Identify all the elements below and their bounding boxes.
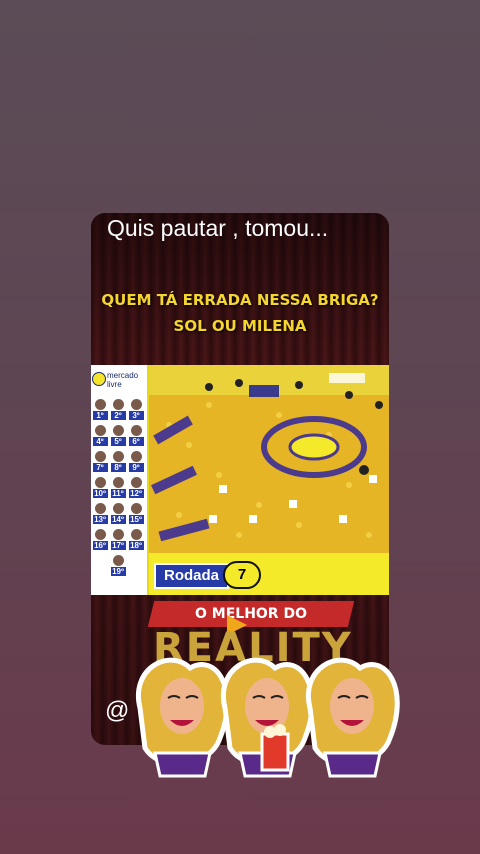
contestant-avatar [112, 477, 124, 488]
contestant-avatar [94, 451, 106, 462]
handshake-icon [92, 372, 106, 386]
ranking-position: 14º [110, 515, 126, 524]
ranking-cell: 11º [110, 477, 126, 498]
ranking-row: 16º 17º 18º [91, 529, 145, 550]
brand-tag: O MELHOR DO [195, 606, 307, 622]
ranking-cell: 6º [128, 425, 144, 446]
ranking-cell: 2º [110, 399, 126, 420]
headline-line-1: QUEM TÁ ERRADA NESSA BRIGA? [101, 291, 379, 309]
ranking-row: 1º 2º 3º [91, 399, 145, 420]
sponsor-line-2: livre [107, 380, 122, 389]
round-label: Rodada [154, 563, 230, 589]
contestant-avatar [94, 477, 106, 488]
contestant-avatar [112, 555, 124, 566]
ranking-position: 12º [128, 489, 144, 498]
ball-pit-scene [149, 365, 389, 553]
contestant-avatar [130, 451, 142, 462]
ranking-position: 7º [92, 463, 108, 472]
contestant-avatar [112, 399, 124, 410]
ranking-cell: 4º [92, 425, 108, 446]
ranking-cell: 18º [128, 529, 144, 550]
ranking-cell: 13º [92, 503, 108, 524]
contestant-avatar [130, 529, 142, 540]
contestant-avatar [112, 529, 124, 540]
ranking-position: 8º [110, 463, 126, 472]
contestant-avatar [94, 529, 106, 540]
ranking-row: 4º 5º 6º [91, 425, 145, 446]
ranking-cell: 12º [128, 477, 144, 498]
ranking-position: 19º [110, 567, 126, 576]
ranking-position: 9º [128, 463, 144, 472]
laughing-woman-stickers[interactable] [130, 648, 400, 778]
round-bar: Rodada 7 [149, 553, 389, 595]
contestant-avatar [130, 477, 142, 488]
ranking-cell: 17º [110, 529, 126, 550]
contestant-avatar [112, 503, 124, 514]
brand-banner: O MELHOR DO [147, 601, 355, 627]
ranking-row: 19º [91, 555, 145, 576]
ranking-position: 13º [92, 515, 108, 524]
ranking-row: 13º 14º 15º [91, 503, 145, 524]
account-handle: @ [105, 697, 130, 724]
ranking-cell: 5º [110, 425, 126, 446]
contestant-avatar [94, 399, 106, 410]
ranking-cell: 16º [92, 529, 108, 550]
contestant-avatar [94, 425, 106, 436]
round-number: 7 [223, 561, 261, 589]
headline-line-2: SOL OU MILENA [173, 317, 307, 335]
ranking-grid: 1º 2º 3º 4º 5º 6º 7º 8º 9º 10º 11º 12º 13º 14º 15º 16º 1… [91, 399, 145, 581]
ranking-position: 16º [92, 541, 108, 550]
contestant-avatar [112, 451, 124, 462]
contestant-avatar [94, 503, 106, 514]
ranking-position: 2º [110, 411, 126, 420]
headline: QUEM TÁ ERRADA NESSA BRIGA? SOL OU MILEN… [91, 287, 389, 339]
arena-photo [149, 365, 389, 553]
ranking-cell: 10º [92, 477, 108, 498]
ranking-position: 18º [128, 541, 144, 550]
ranking-position: 10º [92, 489, 108, 498]
ranking-row: 7º 8º 9º [91, 451, 145, 472]
ranking-cell: 19º [110, 555, 126, 576]
ranking-cell: 15º [128, 503, 144, 524]
ranking-cell: 9º [128, 451, 144, 472]
ranking-sidebar: mercado livre 1º 2º 3º 4º 5º 6º 7º 8º 9º 10º 11º 12… [91, 365, 149, 595]
ranking-position: 5º [110, 437, 126, 446]
story-caption: Quis pautar , tomou... [107, 215, 329, 241]
ranking-cell: 8º [110, 451, 126, 472]
ranking-position: 1º [92, 411, 108, 420]
ranking-cell: 3º [128, 399, 144, 420]
ranking-cell: 1º [92, 399, 108, 420]
contestant-avatar [112, 425, 124, 436]
ranking-cell: 7º [92, 451, 108, 472]
broadcast-frame: mercado livre 1º 2º 3º 4º 5º 6º 7º 8º 9º 10º 11º 12… [91, 365, 389, 595]
ranking-position: 15º [128, 515, 144, 524]
ranking-cell: 14º [110, 503, 126, 524]
sponsor-line-1: mercado [107, 371, 139, 380]
sponsor-logo: mercado livre [91, 369, 147, 391]
ranking-position: 4º [92, 437, 108, 446]
ranking-position: 17º [110, 541, 126, 550]
contestant-avatar [130, 399, 142, 410]
ranking-position: 3º [128, 411, 144, 420]
contestant-avatar [130, 425, 142, 436]
contestant-avatar [130, 503, 142, 514]
ranking-position: 6º [128, 437, 144, 446]
ranking-position: 11º [110, 489, 126, 498]
ranking-row: 10º 11º 12º [91, 477, 145, 498]
